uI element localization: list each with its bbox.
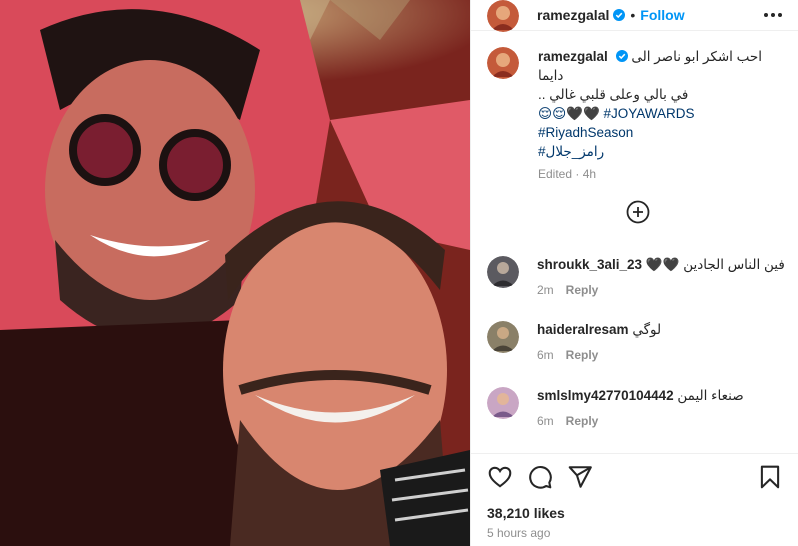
caption-time[interactable]: 4h	[583, 167, 596, 181]
comment-username[interactable]: haideralresam	[537, 322, 629, 337]
hashtag-joyawards[interactable]: 😌😌🖤🖤 #JOYAWARDS	[538, 106, 695, 121]
load-more-comments-icon[interactable]	[626, 200, 650, 224]
comment-text: لوگي	[632, 322, 662, 337]
reply-button[interactable]: Reply	[566, 283, 599, 297]
caption-body: ramezgalal احب اشكر ابو ناصر الى دايما ف…	[538, 47, 782, 184]
caption-avatar[interactable]	[487, 47, 519, 79]
header-separator: •	[630, 7, 636, 23]
caption-line-2: في بالي وعلى قلبي غالي ..	[538, 87, 689, 102]
author-avatar[interactable]	[487, 0, 519, 32]
comment-item: smlslmy42770104442 صنعاء اليمن 6m Reply	[487, 387, 787, 428]
author-username[interactable]: ramezgalal	[537, 7, 609, 23]
comment-time[interactable]: 6m	[537, 414, 554, 428]
share-send-icon[interactable]	[567, 464, 593, 490]
edited-label: Edited	[538, 167, 573, 181]
hashtag-riyadhseason[interactable]: #RiyadhSeason	[538, 125, 633, 140]
post-sidebar: ramezgalal • Follow ramezgalal احب اشكر …	[470, 0, 798, 546]
action-icons	[487, 464, 783, 490]
comment-text: فين الناس الجادين 🖤🖤	[645, 257, 785, 272]
comment-item: shroukk_3ali_23 فين الناس الجادين 🖤🖤 2m R…	[487, 256, 787, 297]
comment-text: صنعاء اليمن	[677, 388, 744, 403]
post-time[interactable]: 5 hours ago	[487, 526, 550, 540]
comment-username[interactable]: smlslmy42770104442	[537, 388, 674, 403]
save-bookmark-icon[interactable]	[757, 464, 783, 490]
reply-button[interactable]: Reply	[566, 348, 599, 362]
instagram-post: ramezgalal • Follow ramezgalal احب اشكر …	[0, 0, 798, 546]
likes-count[interactable]: 38,210 likes	[487, 505, 565, 521]
commenter-avatar[interactable]	[487, 387, 519, 419]
comment-item: haideralresam لوگي 6m Reply	[487, 321, 787, 362]
verified-badge-icon	[613, 9, 626, 21]
comment-time[interactable]: 2m	[537, 283, 554, 297]
more-options-icon[interactable]	[764, 8, 782, 22]
comment-time[interactable]: 6m	[537, 348, 554, 362]
reply-button[interactable]: Reply	[566, 414, 599, 428]
like-heart-icon[interactable]	[487, 464, 513, 490]
action-bar: 38,210 likes 5 hours ago	[471, 453, 798, 546]
post-caption: ramezgalal احب اشكر ابو ناصر الى دايما ف…	[471, 31, 798, 184]
comment-bubble-icon[interactable]	[527, 464, 553, 490]
photo-illustration	[0, 0, 470, 546]
caption-line-3: 😌😌🖤🖤 #JOYAWARDS	[538, 104, 782, 123]
caption-username[interactable]: ramezgalal	[538, 49, 608, 64]
comment-username[interactable]: shroukk_3ali_23	[537, 257, 642, 272]
post-photo[interactable]	[0, 0, 470, 546]
hashtag-ramez-galal[interactable]: #رامز_جلال	[538, 144, 604, 159]
commenter-avatar[interactable]	[487, 321, 519, 353]
follow-button[interactable]: Follow	[640, 7, 684, 23]
verified-badge-icon	[615, 50, 628, 62]
caption-meta: Edited · 4h	[538, 167, 597, 181]
post-header: ramezgalal • Follow	[471, 0, 798, 32]
commenter-avatar[interactable]	[487, 256, 519, 288]
